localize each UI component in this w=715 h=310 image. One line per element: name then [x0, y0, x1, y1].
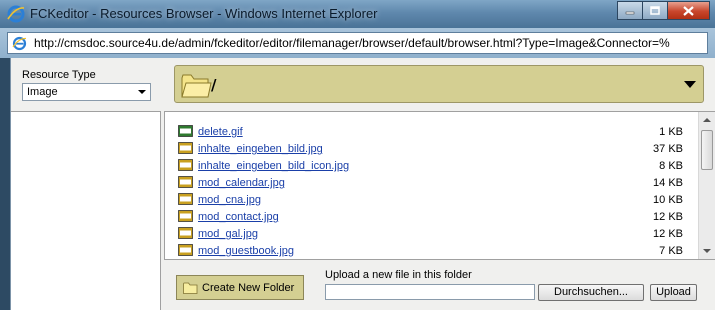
close-button[interactable] — [667, 1, 710, 20]
jpg-file-icon — [178, 210, 193, 222]
folder-icon — [183, 282, 198, 294]
current-folder-bar[interactable]: / — [174, 65, 704, 103]
upload-button[interactable]: Upload — [650, 284, 697, 301]
current-folder-path: / — [211, 76, 217, 94]
jpg-file-icon — [178, 227, 193, 239]
file-row[interactable]: mod_calendar.jpg 14 KB — [165, 175, 693, 192]
upload-file-input[interactable] — [325, 284, 535, 300]
jpg-file-icon — [178, 193, 193, 205]
jpg-file-icon — [178, 176, 193, 188]
file-row[interactable]: mod_cna.jpg 10 KB — [165, 192, 693, 209]
file-size: 7 KB — [659, 245, 683, 257]
file-size: 12 KB — [653, 228, 683, 240]
file-name-link[interactable]: mod_calendar.jpg — [198, 177, 285, 189]
maximize-icon — [650, 6, 660, 15]
resource-type-select[interactable]: Image — [22, 83, 151, 101]
file-row[interactable]: mod_contact.jpg 12 KB — [165, 209, 693, 226]
window-controls — [617, 1, 710, 20]
file-row[interactable]: inhalte_eingeben_bild.jpg 37 KB — [165, 141, 693, 158]
window-title: FCKeditor - Resources Browser - Windows … — [30, 6, 378, 21]
jpg-file-icon — [178, 142, 193, 154]
file-row[interactable]: mod_gal.jpg 12 KB — [165, 226, 693, 243]
file-name-link[interactable]: mod_contact.jpg — [198, 211, 279, 223]
resource-type-panel: Resource Type Image — [11, 58, 162, 108]
upload-label: Upload a new file in this folder — [325, 269, 472, 281]
gif-file-icon — [178, 125, 193, 137]
file-size: 8 KB — [659, 160, 683, 172]
minimize-button[interactable] — [617, 1, 643, 20]
address-bar: http://cmsdoc.source4u.de/admin/fckedito… — [0, 28, 715, 58]
resource-type-value: Image — [27, 86, 58, 98]
page-icon — [12, 36, 27, 51]
file-size: 37 KB — [653, 143, 683, 155]
file-name-link[interactable]: mod_gal.jpg — [198, 228, 258, 240]
url-field[interactable]: http://cmsdoc.source4u.de/admin/fckedito… — [7, 32, 708, 54]
jpg-file-icon — [178, 244, 193, 256]
resources-browser: Resource Type Image / delete.gif 1 KB inha… — [10, 58, 715, 310]
file-row[interactable]: mod_guestbook.jpg 7 KB — [165, 243, 693, 259]
file-name-link[interactable]: mod_guestbook.jpg — [198, 245, 294, 257]
arrow-down-icon — [703, 249, 711, 253]
jpg-file-icon — [178, 159, 193, 171]
resource-type-label: Resource Type — [22, 69, 96, 81]
file-size: 1 KB — [659, 126, 683, 138]
close-icon — [683, 5, 694, 16]
file-size: 12 KB — [653, 211, 683, 223]
file-name-link[interactable]: inhalte_eingeben_bild.jpg — [198, 143, 323, 155]
file-list: delete.gif 1 KB inhalte_eingeben_bild.jpg 3… — [164, 111, 715, 260]
file-row[interactable]: delete.gif 1 KB — [165, 124, 693, 141]
arrow-up-icon — [703, 118, 711, 122]
create-folder-label: Create New Folder — [202, 281, 295, 294]
scroll-down-button[interactable] — [699, 243, 715, 259]
file-name-link[interactable]: delete.gif — [198, 126, 243, 138]
vertical-scrollbar[interactable] — [698, 112, 715, 259]
file-name-link[interactable]: inhalte_eingeben_bild_icon.jpg — [198, 160, 349, 172]
chevron-down-icon — [138, 90, 146, 94]
url-text: http://cmsdoc.source4u.de/admin/fckedito… — [34, 36, 670, 50]
create-folder-button[interactable]: Create New Folder — [176, 275, 304, 300]
folder-icon — [181, 74, 212, 98]
title-bar: FCKeditor - Resources Browser - Windows … — [0, 0, 715, 28]
minimize-icon — [625, 11, 635, 14]
file-row[interactable]: inhalte_eingeben_bild_icon.jpg 8 KB — [165, 158, 693, 175]
browse-button[interactable]: Durchsuchen... — [538, 284, 644, 301]
scrollbar-thumb[interactable] — [701, 130, 713, 170]
scroll-up-button[interactable] — [699, 112, 715, 128]
ie-logo-icon — [7, 5, 25, 23]
chevron-down-icon[interactable] — [684, 81, 696, 88]
folder-tree-panel — [11, 111, 161, 310]
upload-panel: Create New Folder Upload a new file in t… — [164, 263, 715, 310]
file-size: 10 KB — [653, 194, 683, 206]
file-name-link[interactable]: mod_cna.jpg — [198, 194, 261, 206]
file-size: 14 KB — [653, 177, 683, 189]
maximize-button[interactable] — [642, 1, 668, 20]
